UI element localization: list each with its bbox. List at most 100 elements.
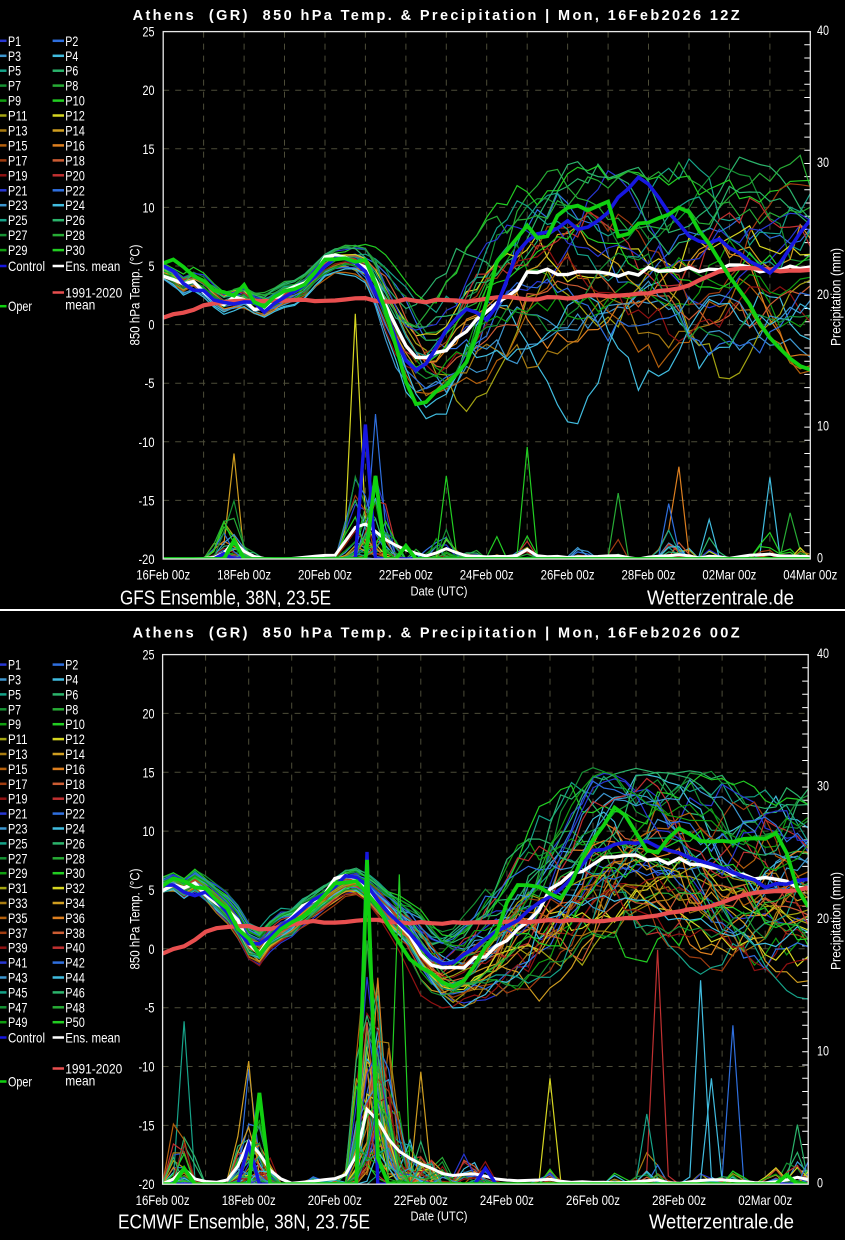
- svg-text:P49: P49: [8, 1014, 28, 1030]
- svg-text:Wetterzentrale.de: Wetterzentrale.de: [649, 1212, 794, 1234]
- svg-text:P4: P4: [65, 48, 78, 64]
- svg-text:P14: P14: [65, 746, 85, 762]
- svg-text:P2: P2: [65, 33, 78, 49]
- svg-text:850 hPa Temp. (°C): 850 hPa Temp. (°C): [127, 869, 143, 970]
- svg-text:0: 0: [149, 317, 155, 333]
- svg-text:P29: P29: [8, 242, 28, 258]
- svg-text:P24: P24: [65, 197, 85, 213]
- svg-text:-15: -15: [139, 492, 155, 508]
- svg-text:P30: P30: [65, 865, 85, 881]
- svg-text:P9: P9: [8, 716, 21, 732]
- svg-text:-5: -5: [145, 1000, 155, 1016]
- svg-text:P35: P35: [8, 910, 28, 926]
- svg-text:P27: P27: [8, 227, 28, 243]
- svg-text:P25: P25: [8, 835, 28, 851]
- svg-text:P19: P19: [8, 167, 28, 183]
- svg-text:P34: P34: [65, 895, 85, 911]
- svg-text:5: 5: [149, 882, 155, 898]
- svg-text:P43: P43: [8, 970, 28, 986]
- svg-text:P15: P15: [8, 137, 28, 153]
- svg-text:P20: P20: [65, 791, 85, 807]
- svg-text:Oper: Oper: [8, 1074, 32, 1090]
- svg-text:-10: -10: [139, 1059, 155, 1075]
- svg-text:04Mar 00z: 04Mar 00z: [783, 567, 837, 583]
- svg-text:P17: P17: [8, 152, 28, 168]
- svg-text:GFS Ensemble, 38N, 23.5E: GFS Ensemble, 38N, 23.5E: [120, 588, 331, 610]
- svg-text:28Feb 00z: 28Feb 00z: [622, 567, 676, 583]
- svg-text:25: 25: [143, 24, 155, 40]
- svg-text:16Feb 00z: 16Feb 00z: [136, 1192, 190, 1208]
- svg-text:P23: P23: [8, 197, 28, 213]
- svg-text:30: 30: [817, 778, 829, 794]
- svg-text:P40: P40: [65, 940, 85, 956]
- svg-text:P21: P21: [8, 806, 28, 822]
- svg-text:P22: P22: [65, 806, 85, 822]
- svg-text:P9: P9: [8, 93, 21, 109]
- svg-text:P17: P17: [8, 776, 28, 792]
- svg-text:P8: P8: [65, 701, 78, 717]
- svg-text:28Feb 00z: 28Feb 00z: [652, 1192, 706, 1208]
- svg-text:P19: P19: [8, 791, 28, 807]
- svg-text:mean: mean: [65, 297, 95, 313]
- svg-text:22Feb 00z: 22Feb 00z: [379, 567, 433, 583]
- svg-text:15: 15: [143, 764, 155, 780]
- svg-text:P42: P42: [65, 955, 85, 971]
- svg-text:P14: P14: [65, 123, 85, 139]
- svg-text:P27: P27: [8, 850, 28, 866]
- svg-text:0: 0: [817, 1175, 823, 1191]
- svg-text:-20: -20: [139, 551, 155, 567]
- svg-text:P6: P6: [65, 63, 78, 79]
- svg-text:18Feb 00z: 18Feb 00z: [217, 567, 271, 583]
- svg-text:P11: P11: [8, 108, 28, 124]
- svg-text:P41: P41: [8, 955, 28, 971]
- svg-text:P25: P25: [8, 212, 28, 228]
- svg-text:P18: P18: [65, 152, 85, 168]
- svg-text:P39: P39: [8, 940, 28, 956]
- svg-text:P1: P1: [8, 657, 21, 673]
- svg-text:Ens. mean: Ens. mean: [65, 258, 120, 274]
- svg-text:0: 0: [817, 550, 823, 566]
- svg-text:P22: P22: [65, 182, 85, 198]
- svg-text:Precipitation (mm): Precipitation (mm): [828, 248, 844, 346]
- svg-text:P23: P23: [8, 821, 28, 837]
- svg-text:P6: P6: [65, 686, 78, 702]
- svg-text:P45: P45: [8, 984, 28, 1000]
- svg-text:-5: -5: [145, 375, 155, 391]
- svg-text:15: 15: [143, 141, 155, 157]
- svg-text:P12: P12: [65, 108, 85, 124]
- svg-text:mean: mean: [65, 1073, 95, 1089]
- svg-text:30: 30: [817, 154, 829, 170]
- svg-text:22Feb 00z: 22Feb 00z: [394, 1192, 448, 1208]
- svg-text:P24: P24: [65, 821, 85, 837]
- svg-text:P28: P28: [65, 227, 85, 243]
- svg-text:P28: P28: [65, 850, 85, 866]
- svg-text:P13: P13: [8, 123, 28, 139]
- svg-text:Date (UTC): Date (UTC): [411, 1210, 468, 1224]
- svg-text:P47: P47: [8, 999, 28, 1015]
- svg-text:P11: P11: [8, 731, 28, 747]
- svg-text:P5: P5: [8, 686, 21, 702]
- svg-text:850 hPa Temp. (°C): 850 hPa Temp. (°C): [127, 245, 143, 346]
- svg-text:P13: P13: [8, 746, 28, 762]
- svg-text:P46: P46: [65, 984, 85, 1000]
- svg-text:Control: Control: [8, 1030, 45, 1046]
- svg-text:10: 10: [817, 1042, 829, 1058]
- svg-text:18Feb 00z: 18Feb 00z: [222, 1192, 276, 1208]
- svg-text:Precipitation (mm): Precipitation (mm): [828, 872, 844, 970]
- svg-text:P44: P44: [65, 970, 85, 986]
- svg-text:P10: P10: [65, 716, 85, 732]
- svg-text:P26: P26: [65, 835, 85, 851]
- svg-text:P2: P2: [65, 657, 78, 673]
- svg-text:P4: P4: [65, 672, 78, 688]
- svg-text:40: 40: [817, 22, 829, 38]
- svg-text:P50: P50: [65, 1014, 85, 1030]
- svg-text:Oper: Oper: [8, 298, 32, 314]
- svg-text:24Feb 00z: 24Feb 00z: [460, 567, 514, 583]
- svg-text:P36: P36: [65, 910, 85, 926]
- svg-text:Wetterzentrale.de: Wetterzentrale.de: [647, 588, 794, 610]
- svg-text:P15: P15: [8, 761, 28, 777]
- svg-text:P18: P18: [65, 776, 85, 792]
- svg-text:P31: P31: [8, 880, 28, 896]
- svg-text:-20: -20: [139, 1176, 155, 1192]
- svg-text:Control: Control: [8, 258, 45, 274]
